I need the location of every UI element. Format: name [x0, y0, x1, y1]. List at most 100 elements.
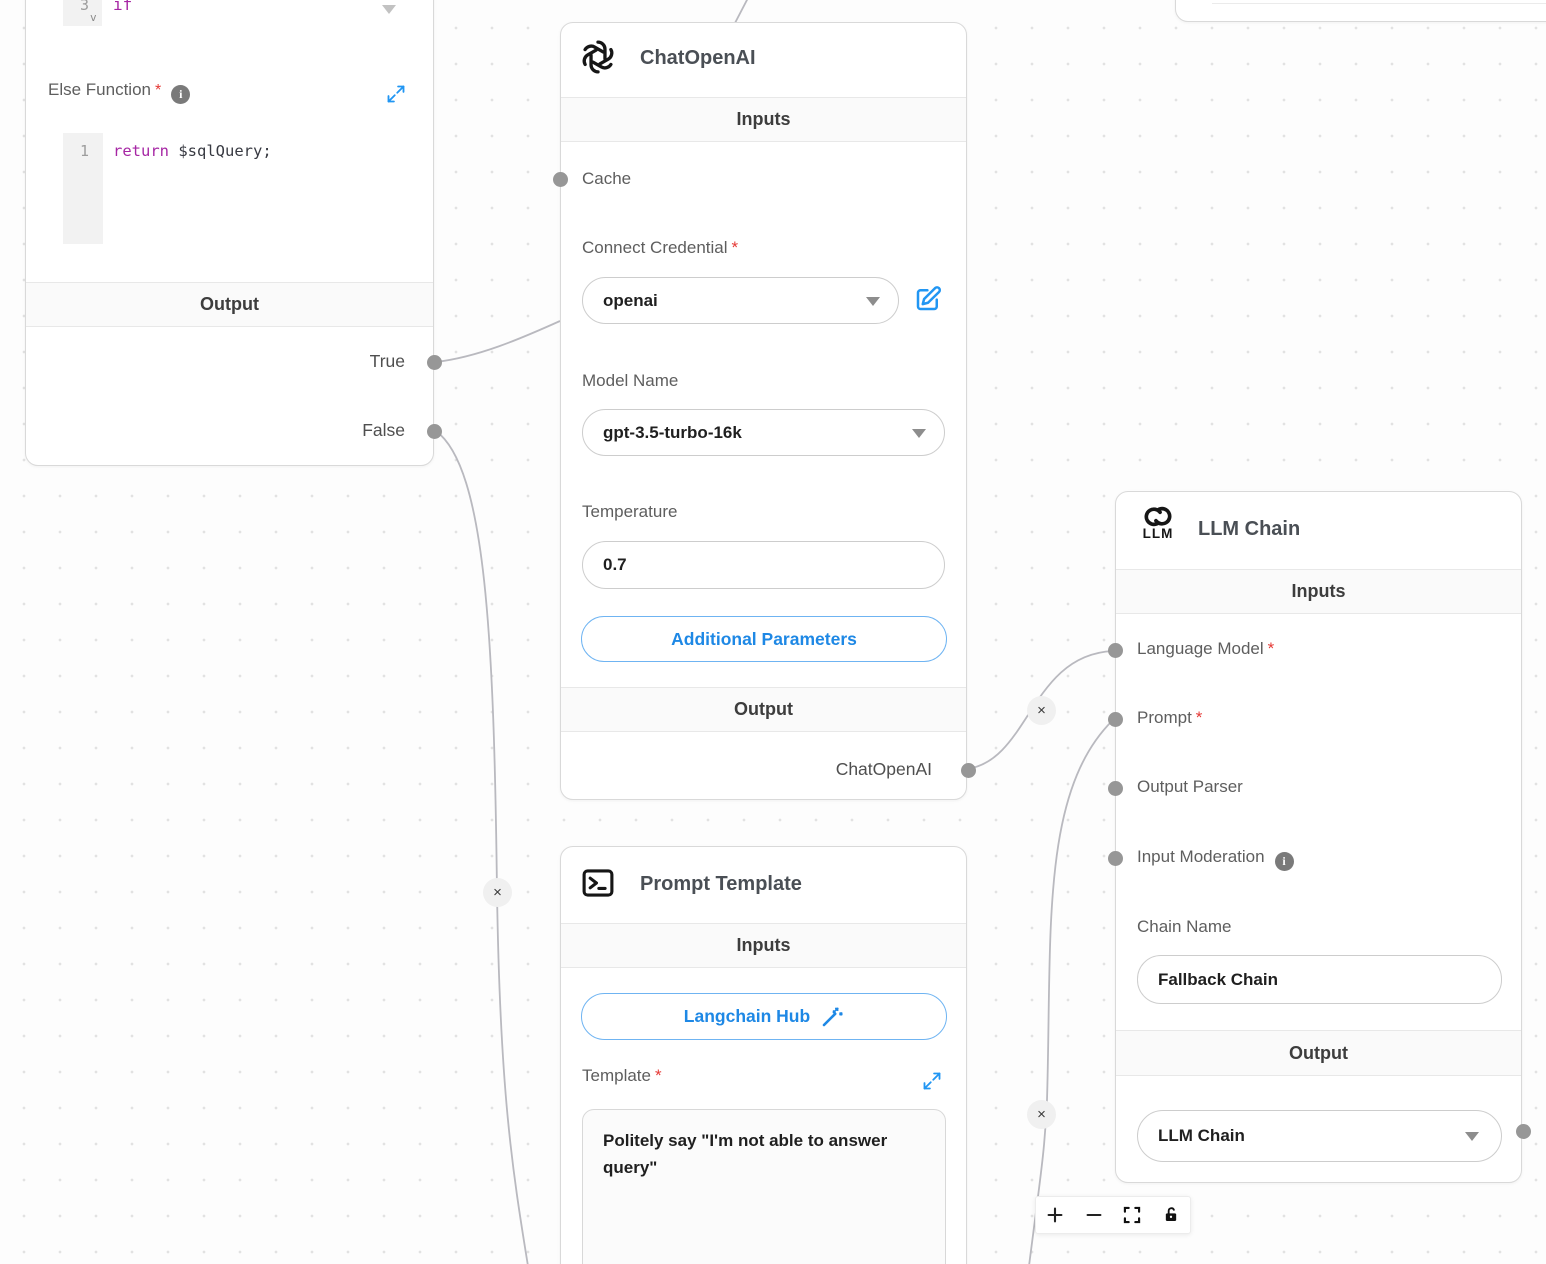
- output-port-false[interactable]: [427, 424, 442, 439]
- zoom-in-button[interactable]: [1036, 1196, 1074, 1234]
- required-asterisk: *: [655, 1066, 662, 1085]
- inputs-section-header: Inputs: [1116, 569, 1521, 614]
- flow-canvas[interactable]: × × × 3 v if Else Function*i 1 return $s…: [0, 0, 1546, 1264]
- llm-chain-icon: LLM: [1136, 505, 1180, 541]
- chatopenai-node[interactable]: ChatOpenAI Inputs Cache Connect Credenti…: [560, 22, 967, 800]
- required-asterisk: *: [155, 82, 161, 99]
- inputs-section-header: Inputs: [561, 97, 966, 142]
- llm-icon-text: LLM: [1136, 526, 1180, 541]
- node-title: Prompt Template: [640, 873, 802, 896]
- prompt-template-node[interactable]: Prompt Template Inputs Langchain Hub Tem…: [560, 846, 967, 1264]
- magic-wand-icon: [820, 1005, 844, 1029]
- model-name-select[interactable]: gpt-3.5-turbo-16k: [582, 409, 945, 456]
- output-port-true[interactable]: [427, 355, 442, 370]
- output-parser-text: Output Parser: [1137, 777, 1243, 796]
- model-name-value: gpt-3.5-turbo-16k: [603, 423, 742, 443]
- info-icon[interactable]: i: [1275, 852, 1294, 871]
- inputs-section-header: Inputs: [561, 923, 966, 968]
- template-textarea[interactable]: Politely say "I'm not able to answer que…: [582, 1109, 946, 1264]
- template-label: Template*: [582, 1066, 662, 1086]
- temperature-value: 0.7: [603, 555, 627, 575]
- connect-credential-label: Connect Credential*: [582, 238, 738, 258]
- partial-node-top-right[interactable]: [1175, 0, 1546, 22]
- temperature-label: Temperature: [582, 502, 677, 522]
- chain-links-icon: [1139, 505, 1177, 528]
- edge-false: [436, 431, 528, 1264]
- credential-value: openai: [603, 291, 658, 311]
- node-title: ChatOpenAI: [640, 47, 756, 70]
- code-keyword: return: [113, 142, 169, 160]
- output-section-header: Output: [561, 687, 966, 732]
- else-function-row: Else Function* i: [48, 80, 190, 104]
- language-model-label: Language Model*: [1137, 639, 1274, 659]
- chain-name-input[interactable]: Fallback Chain: [1137, 955, 1502, 1004]
- input-moderation-label: Input Moderation i: [1137, 847, 1294, 871]
- prompt-text: Prompt: [1137, 708, 1192, 727]
- output-chatopenai-label: ChatOpenAI: [836, 759, 932, 780]
- collapse-chevron-icon[interactable]: [382, 5, 396, 14]
- output-section-header: Output: [26, 282, 433, 327]
- code-preview-text[interactable]: if: [113, 0, 132, 14]
- divider: [1212, 3, 1546, 4]
- delete-edge-button[interactable]: ×: [483, 878, 512, 907]
- info-icon[interactable]: i: [171, 85, 190, 104]
- additional-parameters-button[interactable]: Additional Parameters: [581, 616, 947, 662]
- additional-parameters-label: Additional Parameters: [671, 629, 857, 650]
- line-number-1: 1: [80, 142, 89, 160]
- input-port-language-model[interactable]: [1108, 643, 1123, 658]
- zoom-out-button[interactable]: [1075, 1196, 1113, 1234]
- chain-name-label: Chain Name: [1137, 917, 1232, 937]
- edge-true: [436, 321, 560, 362]
- template-text: Template: [582, 1066, 651, 1085]
- model-name-label: Model Name: [582, 371, 678, 391]
- line-number-3: 3: [80, 0, 89, 14]
- language-model-text: Language Model: [1137, 639, 1264, 658]
- connect-credential-text: Connect Credential: [582, 238, 728, 257]
- openai-logo-icon: [579, 38, 617, 76]
- canvas-controls: [1035, 1196, 1191, 1234]
- code-text: $sqlQuery;: [169, 142, 272, 160]
- langchain-hub-label: Langchain Hub: [684, 1006, 810, 1027]
- required-asterisk: *: [1268, 639, 1275, 658]
- llm-chain-output-select[interactable]: LLM Chain: [1137, 1110, 1502, 1162]
- input-moderation-text: Input Moderation: [1137, 847, 1265, 866]
- code-fold-icon[interactable]: v: [90, 11, 97, 24]
- input-port-cache[interactable]: [553, 172, 568, 187]
- code-editor-gutter: 1: [63, 133, 103, 244]
- temperature-input[interactable]: 0.7: [582, 541, 945, 589]
- terminal-prompt-icon: [581, 866, 615, 900]
- expand-icon[interactable]: [922, 1071, 942, 1091]
- prompt-label: Prompt*: [1137, 708, 1202, 728]
- output-section-header: Output: [1116, 1030, 1521, 1076]
- output-port-llm-chain[interactable]: [1516, 1124, 1531, 1139]
- lock-button[interactable]: [1152, 1196, 1190, 1234]
- chain-name-value: Fallback Chain: [1158, 970, 1278, 990]
- input-port-output-parser[interactable]: [1108, 781, 1123, 796]
- cache-label: Cache: [582, 169, 631, 189]
- else-function-label: Else Function: [48, 80, 151, 99]
- input-port-prompt[interactable]: [1108, 712, 1123, 727]
- fit-view-button[interactable]: [1113, 1196, 1151, 1234]
- chevron-down-icon: [1465, 1132, 1479, 1141]
- output-false-label: False: [362, 420, 405, 441]
- credential-select[interactable]: openai: [582, 277, 899, 324]
- llm-chain-output-value: LLM Chain: [1158, 1126, 1245, 1146]
- langchain-hub-button[interactable]: Langchain Hub: [581, 993, 947, 1040]
- output-port-chatopenai[interactable]: [961, 763, 976, 778]
- delete-edge-button[interactable]: ×: [1027, 1100, 1056, 1129]
- code-editor[interactable]: return $sqlQuery;: [113, 142, 272, 160]
- delete-edge-button[interactable]: ×: [1027, 696, 1056, 725]
- edit-credential-icon[interactable]: [913, 284, 943, 314]
- expand-icon[interactable]: [386, 84, 406, 104]
- chevron-down-icon: [912, 429, 926, 438]
- output-true-label: True: [370, 351, 405, 372]
- output-parser-label: Output Parser: [1137, 777, 1243, 797]
- if-else-function-node[interactable]: 3 v if Else Function* i 1 return $sqlQuer…: [25, 0, 434, 466]
- node-title: LLM Chain: [1198, 518, 1300, 541]
- chevron-down-icon: [866, 297, 880, 306]
- edge-prompt-to-llm: [1029, 721, 1112, 1264]
- required-asterisk: *: [1196, 708, 1203, 727]
- input-port-input-moderation[interactable]: [1108, 851, 1123, 866]
- required-asterisk: *: [732, 238, 739, 257]
- llm-chain-node[interactable]: LLM LLM Chain Inputs Language Model* Pro…: [1115, 491, 1522, 1183]
